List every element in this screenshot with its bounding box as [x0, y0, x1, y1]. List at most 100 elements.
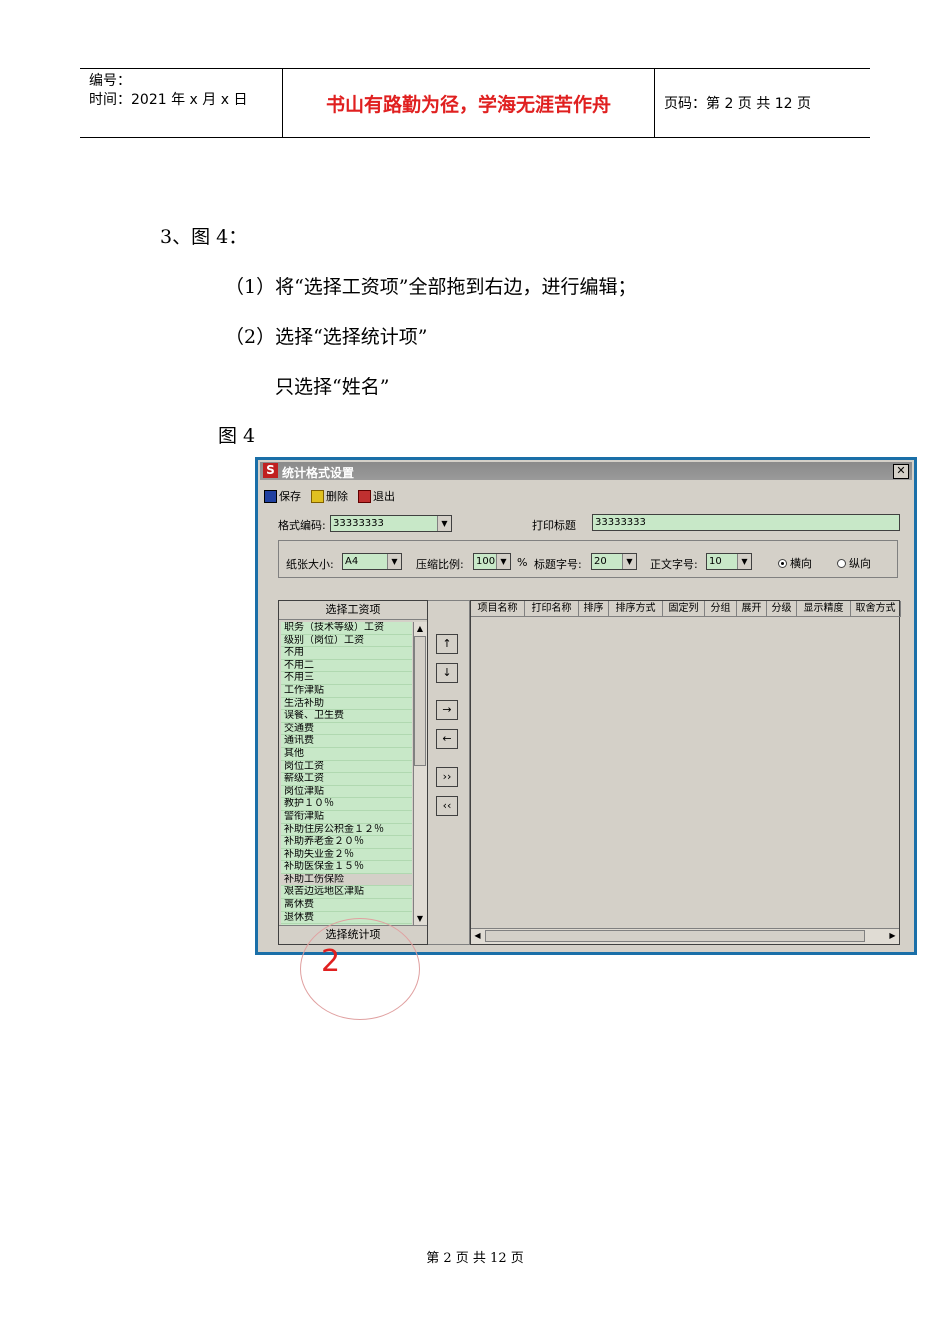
chevron-down-icon[interactable]: ▼ [737, 554, 751, 569]
format-grid[interactable]: 项目名称 打印名称 排序 排序方式 固定列 分组 展开 分级 显示精度 取舍方式 ◀ ▶ [470, 600, 901, 945]
title-font-value: 20 [594, 556, 607, 567]
wage-list-item[interactable]: 警衔津贴 [281, 811, 412, 824]
header-date: 时间：2021 年 x 月 x 日 [89, 92, 248, 108]
wage-list-item[interactable]: 生活补助 [281, 698, 412, 711]
title-font-select[interactable]: 20 ▼ [591, 553, 637, 570]
title-font-label: 标题字号: [534, 558, 582, 571]
orientation-portrait-label: 纵向 [849, 557, 871, 570]
format-code-select[interactable]: 33333333 ▼ [330, 515, 452, 532]
wage-list-item[interactable]: 薪级工资 [281, 773, 412, 786]
header-meta: 编号： 时间：2021 年 x 月 x 日 [80, 69, 283, 137]
grid-column-header[interactable]: 展开 [737, 601, 767, 617]
zoom-unit: % [517, 556, 528, 569]
grid-column-header[interactable]: 分组 [705, 601, 737, 617]
move-up-button[interactable]: ↑ [436, 634, 458, 654]
save-button[interactable]: 保存 [264, 488, 301, 504]
header-page-info: 页码：第 2 页 共 12 页 [664, 96, 811, 112]
grid-column-header[interactable]: 项目名称 [471, 601, 525, 617]
wage-list-item[interactable]: 岗位工资 [281, 761, 412, 774]
format-code-value: 33333333 [333, 518, 384, 529]
zoom-label: 压缩比例: [416, 558, 464, 571]
grid-column-header[interactable]: 排序 [579, 601, 609, 617]
hscroll-thumb[interactable] [485, 930, 865, 942]
delete-label: 删除 [326, 490, 348, 503]
move-all-left-button[interactable]: ‹‹ [436, 796, 458, 816]
wage-items-title: 选择工资项 [279, 601, 427, 620]
window-titlebar: S 统计格式设置 ✕ [260, 462, 912, 480]
radio-unselected-icon [837, 558, 846, 568]
wage-list-item[interactable]: 职务（技术等级）工资 [281, 622, 412, 635]
scroll-right-icon[interactable]: ▶ [886, 929, 899, 943]
delete-button[interactable]: 删除 [311, 488, 348, 504]
grid-column-header[interactable]: 打印名称 [525, 601, 579, 617]
wage-list-item[interactable]: 不用 [281, 647, 412, 660]
wage-list-item[interactable]: 交通费 [281, 723, 412, 736]
wage-list-item[interactable]: 补助工伤保险 [281, 873, 412, 887]
scroll-thumb[interactable] [414, 636, 426, 766]
wage-list-item[interactable]: 工作津贴 [281, 685, 412, 698]
orientation-landscape-radio[interactable]: 横向 [778, 555, 812, 571]
move-down-button[interactable]: ↓ [436, 663, 458, 683]
exit-button[interactable]: 退出 [358, 488, 395, 504]
zoom-select[interactable]: 100 ▼ [473, 553, 511, 570]
exit-label: 退出 [373, 490, 395, 503]
grid-column-header[interactable]: 排序方式 [609, 601, 663, 617]
wage-list-item[interactable]: 其他 [281, 748, 412, 761]
chevron-down-icon[interactable]: ▼ [496, 554, 510, 569]
print-title-label: 打印标题 [532, 519, 576, 532]
page-footer: 第 2 页 共 12 页 [426, 1251, 524, 1266]
wage-list-item[interactable]: 离休费 [281, 899, 412, 912]
grid-hscrollbar[interactable]: ◀ ▶ [471, 928, 899, 944]
save-label: 保存 [279, 490, 301, 503]
wage-list-item[interactable]: 教护１０％ [281, 798, 412, 811]
wage-items-panel: 选择工资项 职务（技术等级）工资 级别（岗位）工资 不用 不用二 不用三 工作津贴 生活补助… [278, 600, 428, 945]
instruction-2: （2）选择“选择统计项” [225, 326, 428, 348]
wage-list-item[interactable]: 通讯费 [281, 735, 412, 748]
app-logo-icon: S [263, 463, 278, 478]
header-number: 编号： [89, 73, 131, 89]
grid-column-header[interactable]: 分级 [767, 601, 797, 617]
body-font-select[interactable]: 10 ▼ [706, 553, 752, 570]
wage-list-item[interactable]: 补助住房公积金１２％ [281, 824, 412, 837]
wage-list-item[interactable]: 不用二 [281, 660, 412, 673]
wage-items-list[interactable]: 职务（技术等级）工资 级别（岗位）工资 不用 不用二 不用三 工作津贴 生活补助 误餐、卫生费… [281, 622, 412, 925]
wage-list-item[interactable]: 误餐、卫生费 [281, 710, 412, 723]
chevron-down-icon[interactable]: ▼ [622, 554, 636, 569]
page-stamp-circle [300, 918, 420, 1020]
move-left-button[interactable]: ← [436, 729, 458, 749]
scroll-up-icon[interactable]: ▲ [414, 622, 426, 635]
wage-list-item[interactable]: 艰苦边远地区津贴 [281, 886, 412, 900]
close-button[interactable]: ✕ [893, 464, 909, 479]
scroll-down-icon[interactable]: ▼ [414, 912, 426, 925]
body-font-value: 10 [709, 556, 722, 567]
wage-list-item[interactable]: 补助养老金２０％ [281, 836, 412, 849]
radio-selected-icon [778, 558, 787, 568]
paper-size-value: A4 [345, 556, 359, 567]
move-all-right-button[interactable]: ›› [436, 767, 458, 787]
move-right-button[interactable]: → [436, 700, 458, 720]
header-motto: 书山有路勤为径，学海无涯苦作舟 [283, 69, 655, 137]
stamp-number: 2 [321, 944, 341, 979]
grid-column-header[interactable]: 取舍方式 [851, 601, 901, 617]
toolbar: 保存 删除 退出 [264, 488, 395, 504]
wage-list-item[interactable]: 级别（岗位）工资 [281, 635, 412, 648]
wage-list-item[interactable]: 不用三 [281, 672, 412, 685]
page-header: 编号： 时间：2021 年 x 月 x 日 书山有路勤为径，学海无涯苦作舟 页码… [80, 68, 870, 138]
instruction-1: （1）将“选择工资项”全部拖到右边，进行编辑； [225, 276, 637, 298]
zoom-value: 100 [476, 556, 496, 567]
grid-column-header[interactable]: 固定列 [663, 601, 705, 617]
wage-list-item[interactable]: 岗位津贴 [281, 786, 412, 799]
scroll-left-icon[interactable]: ◀ [471, 929, 484, 943]
grid-header: 项目名称 打印名称 排序 排序方式 固定列 分组 展开 分级 显示精度 取舍方式 [471, 601, 901, 617]
grid-column-header[interactable]: 显示精度 [797, 601, 851, 617]
orientation-portrait-radio[interactable]: 纵向 [837, 555, 871, 571]
chevron-down-icon[interactable]: ▼ [387, 554, 401, 569]
wage-list-item[interactable]: 补助医保金１５％ [281, 861, 412, 874]
stat-format-window: S 统计格式设置 ✕ 保存 删除 退出 格式编码: 33333333 ▼ 打印标… [255, 457, 917, 955]
print-title-input[interactable]: 33333333 [592, 514, 900, 531]
paper-size-select[interactable]: A4 ▼ [342, 553, 402, 570]
chevron-down-icon[interactable]: ▼ [437, 516, 451, 531]
paper-size-label: 纸张大小: [286, 558, 334, 571]
wage-list-item[interactable]: 补助失业金２％ [281, 849, 412, 862]
wage-list-scrollbar[interactable]: ▲ ▼ [413, 622, 427, 925]
